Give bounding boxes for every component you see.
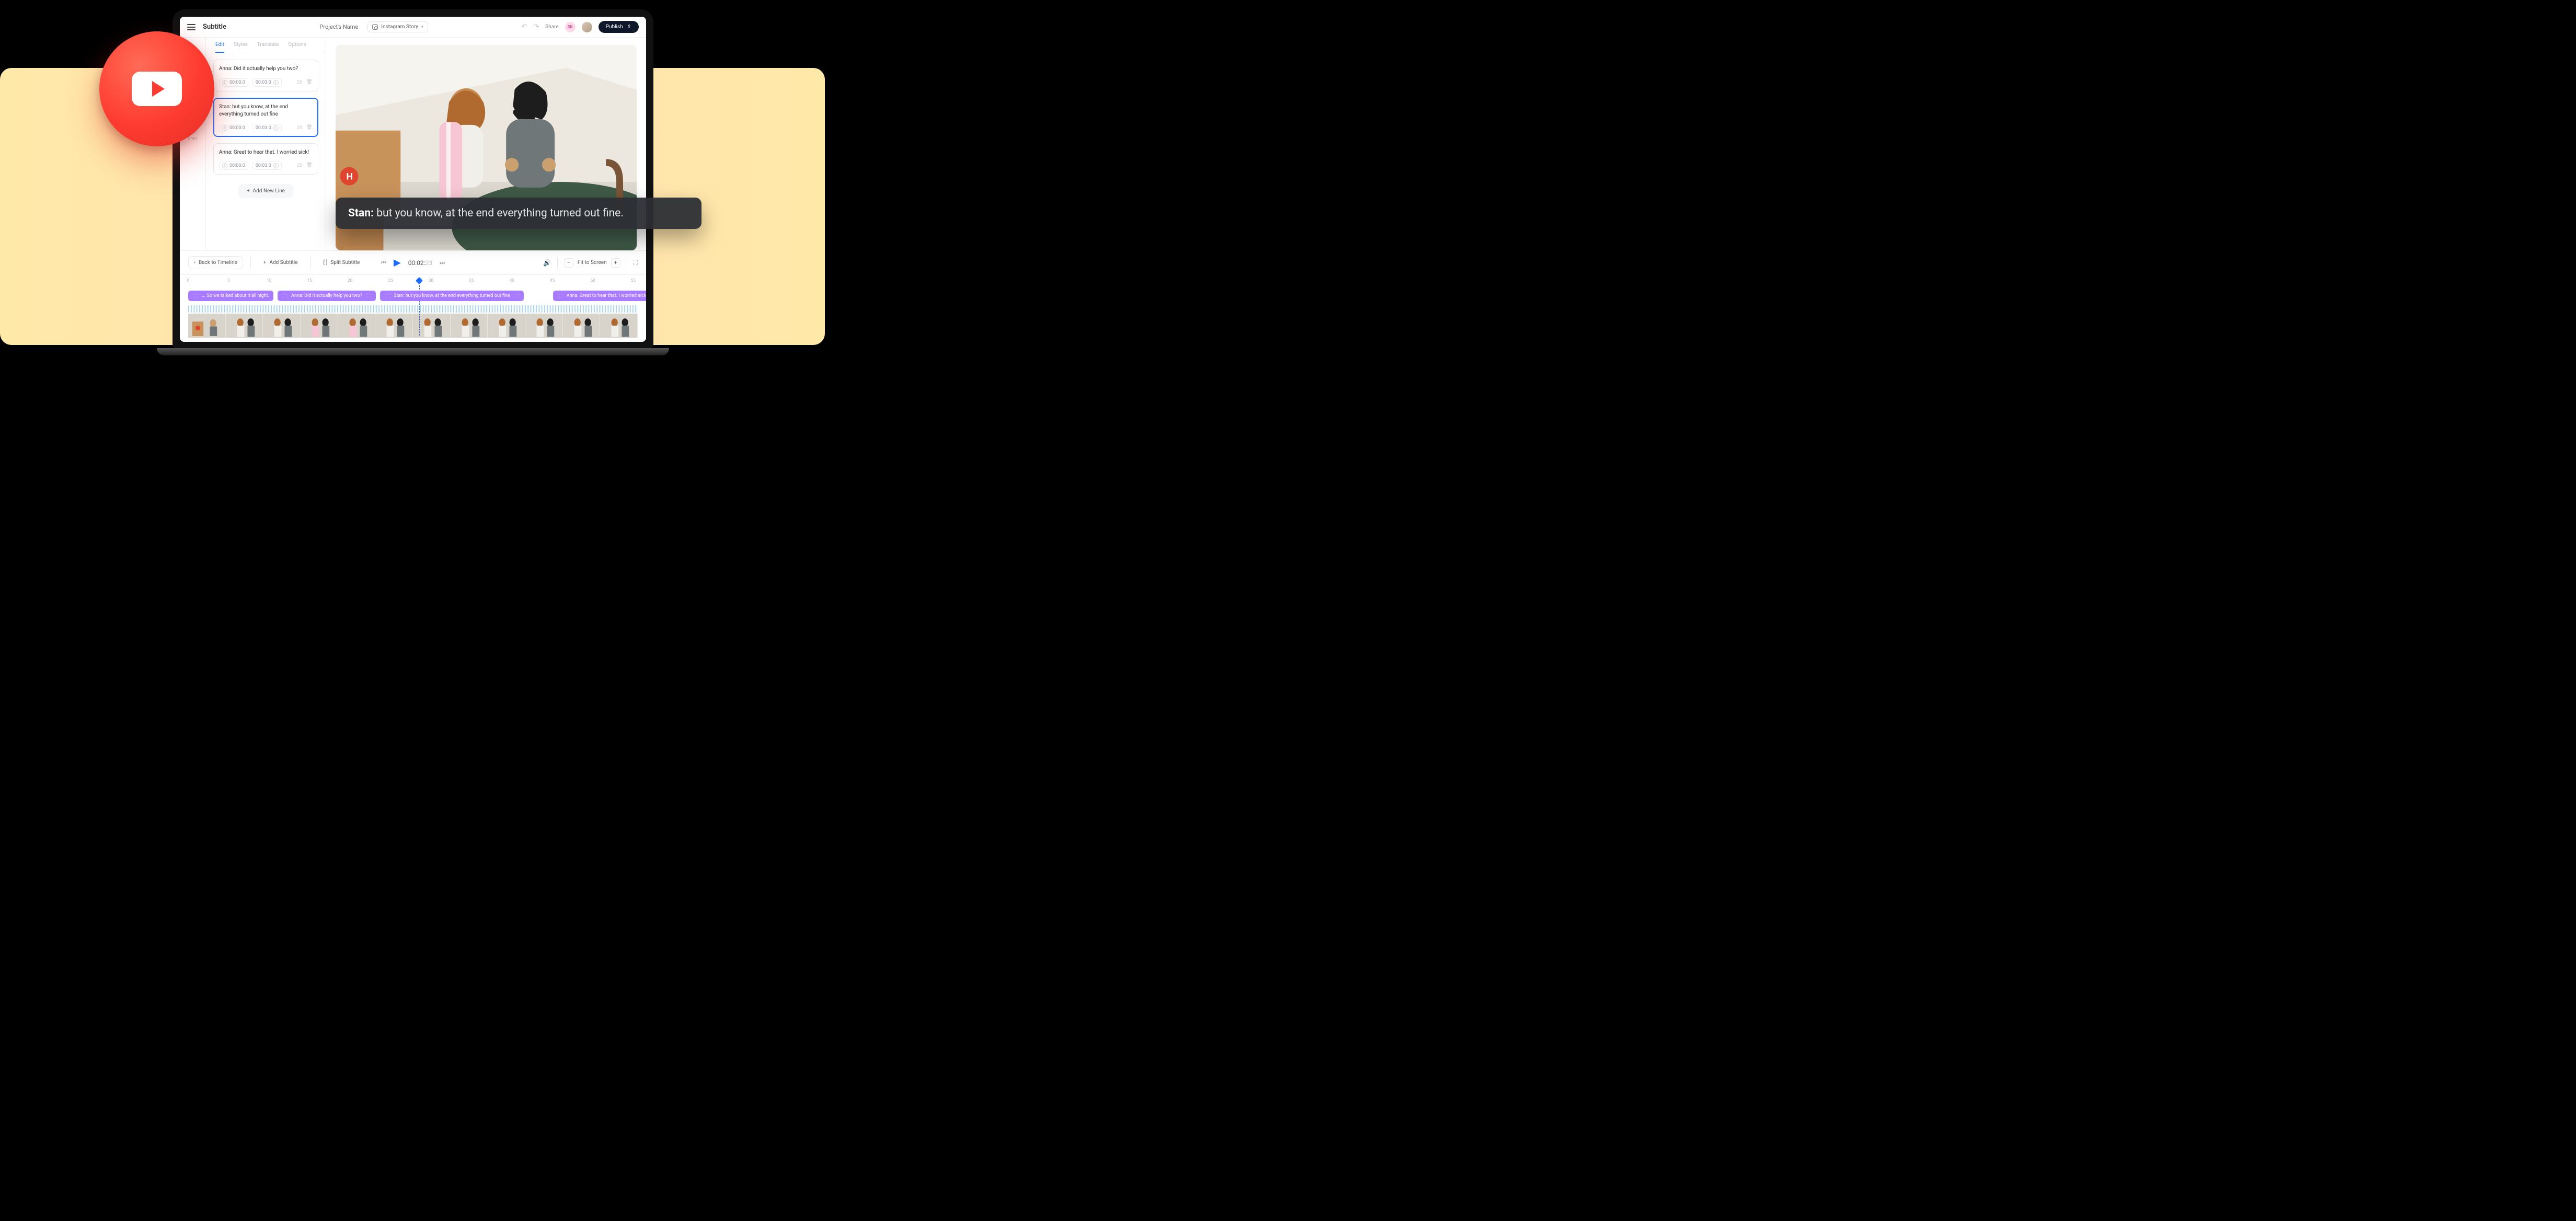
topbar: Subtitle Project's Name Instagram Story … (180, 17, 646, 38)
char-count: 25 (297, 125, 302, 131)
redo-button[interactable]: ↷ (533, 23, 539, 31)
menu-icon[interactable] (187, 23, 196, 31)
share-label: Share (545, 24, 558, 30)
youtube-play-icon (132, 72, 182, 106)
subtitle-clip[interactable]: ⋮⋮Anna: Did it actually help you two?⋮⋮ (278, 291, 376, 301)
end-time[interactable]: 00:03.0i (252, 124, 282, 132)
subtitle-text[interactable]: Anna: Did it actually help you two? (219, 65, 313, 73)
subtitle-clip[interactable]: ⋮⋮... So we talked about it all night. (188, 291, 273, 301)
add-line-label: Add New Line (253, 188, 285, 194)
laptop-frame: Subtitle Project's Name Instagram Story … (167, 9, 659, 365)
delete-icon[interactable]: 🗑 (306, 125, 313, 131)
timeline[interactable]: 0 5 10 15 20 25 30 35 40 45 50 55 ⋮⋮... (180, 274, 646, 342)
panel-tabs: Edit Styles Translate Options (206, 38, 326, 53)
delete-icon[interactable]: 🗑 (306, 163, 313, 169)
caption-speaker: Stan: (348, 207, 374, 220)
audio-waveform[interactable] (188, 305, 638, 313)
zoom-out-button[interactable]: − (564, 258, 573, 268)
info-icon: i (273, 80, 279, 85)
play-cluster: ⏮ ▶ 00:02:23 ⏭ (381, 257, 445, 268)
app-screen: Subtitle Project's Name Instagram Story … (180, 17, 646, 342)
playback-controls: ‹ Back to Timeline + Add Subtitle [ ] Sp… (180, 250, 646, 274)
subtitle-list: Anna: Did it actually help you two? i00:… (206, 53, 326, 204)
page-title: Subtitle (203, 23, 226, 31)
instagram-icon (372, 24, 378, 30)
info-icon: i (273, 125, 279, 131)
laptop-base (157, 348, 669, 355)
separator (557, 257, 558, 269)
chevron-left-icon: ‹ (194, 260, 196, 266)
clip-gap (528, 291, 549, 301)
skip-forward-icon[interactable]: ⏭ (440, 259, 445, 267)
upload-icon: ⇧ (627, 24, 631, 30)
format-label: Instagram Story (381, 24, 418, 30)
subtitle-text[interactable]: Stan: but you know, at the end everythin… (219, 103, 313, 119)
split-subtitle-button[interactable]: [ ] Split Subtitle (318, 257, 365, 269)
playhead[interactable] (416, 277, 423, 284)
fit-label[interactable]: Fit to Screen (578, 260, 607, 266)
caption-overlay: Stan: but you know, at the end everythin… (336, 198, 702, 229)
fullscreen-icon[interactable]: ⛶ (634, 259, 638, 267)
delete-icon[interactable]: 🗑 (306, 79, 313, 86)
add-subtitle-button[interactable]: + Add Subtitle (258, 257, 303, 269)
tab-edit[interactable]: Edit (215, 42, 224, 53)
svg-text:H: H (347, 172, 353, 182)
publish-label: Publish (606, 24, 623, 30)
add-new-line-button[interactable]: + Add New Line (238, 184, 293, 198)
separator (250, 257, 251, 269)
play-button[interactable]: ▶ (394, 257, 401, 268)
timecode: 00:02:23 (408, 259, 432, 267)
rail-label: Draw (188, 136, 197, 141)
volume-icon[interactable]: 🔊 (543, 259, 551, 267)
subtitle-card[interactable]: Anna: Did it actually help you two? i00:… (213, 60, 318, 91)
project-name[interactable]: Project's Name (319, 24, 358, 30)
skip-back-icon[interactable]: ⏮ (381, 259, 386, 267)
char-count: 25 (297, 163, 302, 168)
start-time[interactable]: i00:00.0 (219, 162, 248, 170)
tab-options[interactable]: Options (288, 42, 306, 53)
zoom-in-button[interactable]: + (611, 258, 620, 268)
user-avatar[interactable] (582, 22, 592, 32)
publish-button[interactable]: Publish ⇧ (599, 21, 639, 33)
zoom-controls: − Fit to Screen + (564, 258, 620, 268)
undo-button[interactable]: ↶ (521, 23, 527, 31)
start-time[interactable]: i00:00.0 (219, 78, 248, 87)
end-time[interactable]: 00:03.0i (252, 78, 282, 87)
plus-icon: + (263, 260, 267, 266)
split-icon: [ ] (324, 260, 328, 266)
subtitle-track[interactable]: ⋮⋮... So we talked about it all night. ⋮… (188, 287, 638, 304)
separator (310, 257, 311, 269)
chevron-down-icon: ▾ (421, 25, 423, 29)
back-to-timeline-button[interactable]: ‹ Back to Timeline (188, 256, 243, 269)
video-thumbnails[interactable] (188, 314, 638, 338)
laptop-bezel: Subtitle Project's Name Instagram Story … (172, 9, 653, 349)
tab-translate[interactable]: Translate (257, 42, 279, 53)
format-selector[interactable]: Instagram Story ▾ (367, 21, 428, 32)
end-time[interactable]: 00:03.0i (252, 162, 282, 170)
info-icon: i (222, 125, 227, 131)
subtitle-panel: Edit Styles Translate Options Anna: Did … (206, 38, 326, 250)
subtitle-clip[interactable]: ⋮⋮Stan: but you know, at the end everyth… (380, 291, 524, 301)
info-icon: i (222, 163, 227, 168)
collaborator-avatar[interactable]: SK (565, 22, 576, 32)
info-icon: i (222, 80, 227, 85)
subtitle-card[interactable]: Anna: Great to hear that. I worried sick… (213, 143, 318, 175)
back-label: Back to Timeline (199, 260, 237, 266)
tab-styles[interactable]: Styles (234, 42, 248, 53)
info-icon: i (273, 163, 279, 168)
char-count: 25 (297, 80, 302, 85)
time-ruler[interactable]: 0 5 10 15 20 25 30 35 40 45 50 55 (188, 278, 638, 287)
subtitle-text[interactable]: Anna: Great to hear that. I worried sick… (219, 149, 313, 157)
start-time[interactable]: i00:00.0 (219, 124, 248, 132)
subtitle-clip[interactable]: ⋮⋮Anna: Great to hear that. I worried si… (553, 291, 646, 301)
plus-icon: + (247, 188, 250, 194)
subtitle-card-selected[interactable]: Stan: but you know, at the end everythin… (213, 98, 318, 137)
youtube-badge (99, 31, 214, 146)
